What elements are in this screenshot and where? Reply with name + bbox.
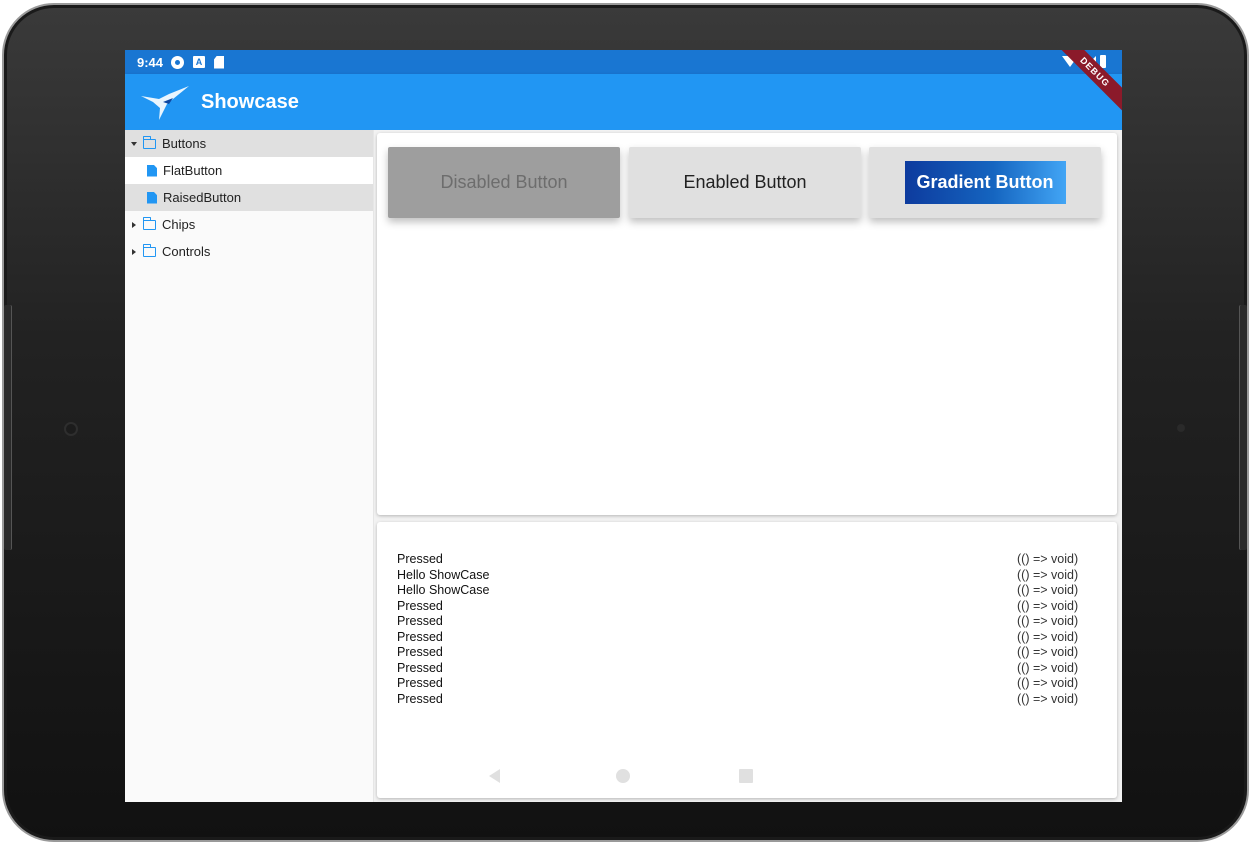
gradient-button[interactable]: Gradient Button [869,147,1101,218]
log-signature: (() => void) [1017,676,1079,690]
tree-item-label: FlatButton [163,163,223,178]
folder-icon [142,244,156,257]
log-message: Pressed [397,552,443,566]
log-entry: Pressed (() => void) [397,614,1087,630]
hummingbird-logo-icon [141,86,189,120]
status-bar: 9:44 A [125,50,1122,74]
log-message: Pressed [397,614,443,628]
sidebar-tree: Buttons FlatButton RaisedButton Chips Co… [125,130,374,802]
app-title: Showcase [201,90,299,113]
log-message: Pressed [397,629,443,644]
caret-down-icon [131,141,137,146]
log-entry: Hello ShowCase (() => void) [397,583,1087,599]
recents-icon[interactable] [739,769,753,783]
log-entry: Hello ShowCase (() => void) [397,568,1087,584]
log-signature: (() => void) [1017,567,1079,582]
tree-folder-buttons[interactable]: Buttons [125,130,373,157]
event-log-list: Pressed (() => void) Hello ShowCase (() => … [397,552,1087,707]
device-screen: 9:44 A Showcase DEBUG Buttons FlatButton [125,50,1122,802]
caret-right-icon [132,221,136,228]
log-message: Hello ShowCase [397,583,490,597]
log-signature: (() => void) [1017,629,1079,644]
log-entry: Pressed (() => void) [397,645,1087,661]
log-signature: (() => void) [1017,552,1079,566]
folder-icon [142,136,156,149]
tree-folder-label: Chips [162,217,196,232]
file-icon [147,191,157,204]
log-message: Hello ShowCase [397,567,490,582]
tree-item-flatbutton[interactable]: FlatButton [125,157,373,184]
tree-folder-chips[interactable]: Chips [125,211,373,238]
enabled-button[interactable]: Enabled Button [629,147,861,218]
folder-icon [142,217,156,230]
disabled-button: Disabled Button [388,147,620,218]
sensor [1177,424,1185,432]
log-entry: Pressed (() => void) [397,692,1087,708]
tree-folder-controls[interactable]: Controls [125,238,373,265]
log-entry: Pressed (() => void) [397,552,1087,568]
log-message: Pressed [397,598,443,613]
tree-item-raisedbutton[interactable]: RaisedButton [125,184,373,211]
a-icon: A [193,56,206,68]
log-entry: Pressed (() => void) [397,599,1087,615]
log-entry: Pressed (() => void) [397,630,1087,646]
status-time: 9:44 [137,54,164,70]
log-message: Pressed [397,660,443,675]
home-icon[interactable] [616,769,630,783]
main-content: Disabled Button Enabled Button Gradient … [374,130,1122,802]
front-camera [64,422,78,436]
caret-right-icon [132,248,136,255]
log-signature: (() => void) [1017,660,1079,675]
gear-icon [171,55,185,69]
log-message: Pressed [397,691,443,706]
buttons-preview-card: Disabled Button Enabled Button Gradient … [377,133,1117,515]
log-signature: (() => void) [1017,691,1079,706]
tree-folder-label: Buttons [162,136,207,151]
back-icon[interactable] [489,769,500,783]
right-side-button [1239,305,1247,550]
file-icon [147,164,157,177]
left-side-button [4,305,12,550]
gradient-button-label: Gradient Button [904,161,1066,204]
log-entry: Pressed (() => void) [397,676,1087,692]
sd-card-icon [214,55,225,69]
log-entry: Pressed (() => void) [397,661,1087,677]
tree-item-label: RaisedButton [163,190,242,205]
app-bar: Showcase [125,74,1122,130]
log-signature: (() => void) [1017,645,1079,659]
log-message: Pressed [397,676,443,690]
tree-folder-label: Controls [162,244,211,259]
system-nav-bar [125,752,1122,800]
log-signature: (() => void) [1017,583,1079,597]
log-message: Pressed [397,645,443,659]
log-signature: (() => void) [1017,614,1079,628]
log-signature: (() => void) [1017,598,1079,613]
